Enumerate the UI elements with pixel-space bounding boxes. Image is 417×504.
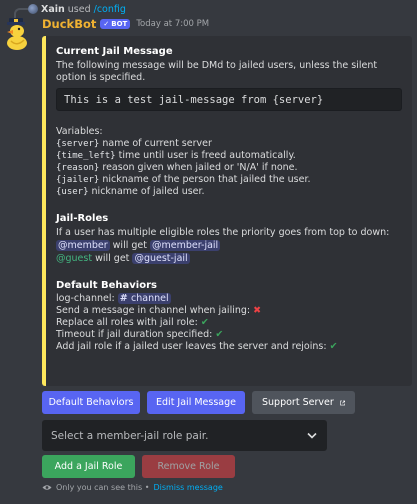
add-jail-role-button[interactable]: Add a Jail Role [42, 455, 135, 478]
variable-desc: nickname of the person that jailed the u… [99, 174, 311, 185]
variable-name: {jailer} [56, 175, 100, 185]
variable-item: {server} name of current server [56, 138, 402, 150]
message-timestamp: Today at 7:00 PM [136, 19, 210, 29]
variables-list: {server} name of current server {time_le… [56, 138, 402, 198]
variable-item: {time_left} time until user is freed aut… [56, 150, 402, 162]
behavior-item: Add jail role if a jailed user leaves th… [56, 341, 402, 353]
variable-item: {jailer} nickname of the person that jai… [56, 174, 402, 186]
variables-label: Variables: [56, 126, 103, 137]
config-embed: Current Jail Message The following messa… [42, 36, 412, 386]
cross-icon: ✖ [253, 305, 262, 316]
chevron-down-icon [307, 432, 317, 439]
reply-user-avatar[interactable] [28, 4, 38, 14]
variable-name: {time_left} [56, 151, 116, 161]
support-server-button[interactable]: Support Server [252, 391, 355, 414]
section-desc-jail-message: The following message will be DMd to jai… [56, 60, 378, 83]
log-channel-mention[interactable]: # channel [117, 293, 171, 304]
remove-role-button[interactable]: Remove Role [142, 455, 235, 478]
action-row-2: Add a Jail Role Remove Role [42, 455, 235, 478]
behavior-label: Timeout if jail duration specified: [56, 329, 216, 340]
variable-desc: reason given when jailed or 'N/A' if non… [99, 162, 298, 173]
support-server-label: Support Server [262, 397, 334, 408]
ephemeral-notice: Only you can see this • [56, 483, 150, 492]
default-behaviors-button[interactable]: Default Behaviors [42, 391, 140, 414]
variable-name: {server} [56, 139, 100, 149]
duckbot-avatar[interactable] [3, 17, 29, 51]
bot-tag-label: BOT [111, 20, 128, 28]
edit-jail-message-button[interactable]: Edit Jail Message [147, 391, 245, 414]
jail-message-codeblock: This is a test jail-message from {server… [56, 88, 402, 111]
bot-username[interactable]: DuckBot [42, 17, 96, 31]
check-icon: ✔ [215, 329, 224, 340]
reply-context: Xain used /config [28, 2, 126, 16]
jail-message-text: This is a test jail-message from {server… [64, 93, 324, 106]
check-icon: ✔ [200, 317, 209, 328]
variable-desc: name of current server [99, 138, 212, 149]
verified-check-icon: ✓ [103, 20, 110, 28]
variable-name: {user} [56, 187, 89, 197]
select-placeholder: Select a member-jail role pair. [51, 429, 209, 442]
ephemeral-footer: Only you can see this • Dismiss message [42, 483, 223, 492]
behavior-item: Replace all roles with jail role: ✔ [56, 317, 402, 329]
external-link-icon [339, 400, 345, 405]
log-channel-row: log-channel: # channel [56, 293, 402, 305]
section-title-jail-message: Current Jail Message [56, 46, 173, 57]
jail-role-mention[interactable]: @member-jail [150, 240, 221, 251]
role-mention[interactable]: @member [56, 240, 110, 251]
eye-icon [42, 485, 52, 490]
behavior-label: Add jail role if a jailed user leaves th… [56, 341, 330, 352]
role-pair-row: @member will get @member-jail [56, 240, 402, 252]
behavior-item: Send a message in channel when jailing: … [56, 305, 402, 317]
role-pair-connector: will get [92, 253, 133, 264]
variable-name: {reason} [56, 163, 100, 173]
log-channel-label: log-channel: [56, 293, 118, 304]
hash-icon: # [119, 293, 132, 304]
reply-username[interactable]: Xain [41, 4, 65, 15]
variable-item: {reason} reason given when jailed or 'N/… [56, 162, 402, 174]
check-icon: ✔ [329, 341, 338, 352]
section-title-jail-roles: Jail-Roles [56, 213, 109, 224]
section-desc-jail-roles: If a user has multiple eligible roles th… [56, 227, 390, 238]
role-pair-select[interactable]: Select a member-jail role pair. [42, 420, 327, 451]
role-pair-connector: will get [109, 240, 150, 251]
section-title-default-behaviors: Default Behaviors [56, 280, 157, 291]
behavior-label: Replace all roles with jail role: [56, 317, 201, 328]
log-channel-name: channel [131, 293, 169, 304]
variable-desc: nickname of jailed user. [88, 186, 205, 197]
message-header: DuckBot ✓ BOT Today at 7:00 PM [42, 17, 209, 31]
bot-tag: ✓ BOT [100, 19, 131, 29]
role-pair-row: @guest will get @guest-jail [56, 253, 402, 265]
reply-action: used [67, 3, 91, 15]
behavior-item: Timeout if jail duration specified: ✔ [56, 329, 402, 341]
variable-item: {user} nickname of jailed user. [56, 186, 402, 198]
action-row-1: Default Behaviors Edit Jail Message Supp… [42, 391, 355, 414]
variable-desc: time until user is freed automatically. [115, 150, 296, 161]
jail-role-mention[interactable]: @guest-jail [132, 253, 190, 264]
behavior-label: Send a message in channel when jailing: [56, 305, 254, 316]
reply-command[interactable]: /config [94, 4, 126, 15]
dismiss-message-link[interactable]: Dismiss message [153, 483, 222, 492]
role-mention[interactable]: @guest [56, 253, 92, 264]
